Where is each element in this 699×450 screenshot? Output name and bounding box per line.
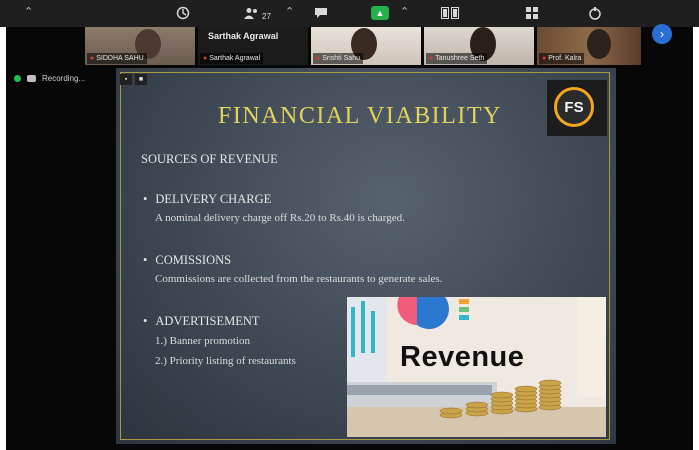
chevron-up-icon[interactable]: ⌃ bbox=[24, 5, 33, 18]
expand-icon[interactable]: ■ bbox=[135, 74, 147, 85]
sources-heading: SOURCES OF REVENUE bbox=[141, 152, 278, 166]
chevron-right-icon: › bbox=[660, 27, 664, 41]
participant-name: ● Sarthak Agrawal bbox=[200, 53, 264, 64]
muted-mic-icon: ● bbox=[316, 55, 321, 62]
muted-mic-icon: ● bbox=[203, 55, 208, 62]
muted-mic-icon: ● bbox=[90, 55, 95, 62]
participant-name: ● Srishti Sahu bbox=[313, 53, 363, 64]
participant-name: ● SIDDHA SAHU bbox=[87, 53, 147, 64]
advertisement-item-1: 1.) Banner promotion bbox=[155, 335, 251, 347]
bullet-delivery-text: A nominal delivery charge off Rs.20 to R… bbox=[155, 212, 405, 224]
participant-display-name: Sarthak Agrawal bbox=[208, 31, 279, 41]
participants-chevron-icon[interactable]: ⌃ bbox=[285, 5, 294, 18]
right-margin bbox=[693, 27, 699, 450]
participant-tile[interactable]: ● Srishti Sahu bbox=[311, 27, 421, 65]
participant-strip: ● SIDDHA SAHU Sarthak Agrawal ● Sarthak Ag… bbox=[85, 27, 641, 65]
advertisement-item-2: 2.) Priority listing of restaurants bbox=[155, 355, 296, 367]
participant-tile[interactable]: ● Prof. Kalra bbox=[537, 27, 641, 65]
participant-tile[interactable]: Sarthak Agrawal ● Sarthak Agrawal bbox=[198, 27, 308, 65]
revenue-label: Revenue bbox=[400, 341, 525, 373]
recording-icon bbox=[27, 75, 36, 82]
brand-logo: FS bbox=[554, 87, 594, 127]
apps-icon[interactable] bbox=[526, 4, 538, 22]
security-icon[interactable] bbox=[176, 4, 190, 22]
slide-view-controls: ▪ ■ bbox=[120, 74, 147, 85]
revenue-image: Revenue bbox=[347, 297, 606, 437]
status-dot-icon bbox=[14, 75, 21, 82]
bullet-advertisement: ADVERTISEMENT bbox=[143, 314, 259, 329]
participant-tile[interactable]: ● Tanushree Seth bbox=[424, 27, 534, 65]
participant-video bbox=[587, 29, 611, 59]
chat-icon[interactable] bbox=[314, 4, 328, 22]
recording-indicator[interactable]: Recording... bbox=[14, 74, 85, 83]
breakout-rooms-icon[interactable] bbox=[441, 4, 459, 22]
whiteboard-icon[interactable] bbox=[588, 4, 602, 22]
participant-name: ● Tanushree Seth bbox=[426, 53, 488, 64]
participants-icon[interactable] bbox=[244, 4, 260, 22]
participant-count: 27 bbox=[262, 11, 271, 21]
participant-tile[interactable]: ● SIDDHA SAHU bbox=[85, 27, 195, 65]
fit-icon[interactable]: ▪ bbox=[120, 74, 132, 85]
next-page-button[interactable]: › bbox=[652, 24, 672, 44]
participant-name: ● Prof. Kalra bbox=[539, 53, 585, 64]
bullet-comissions-text: Commissions are collected from the resta… bbox=[155, 273, 443, 285]
bullet-delivery-charge: DELIVERY CHARGE bbox=[143, 192, 271, 207]
share-screen-icon[interactable]: ▲ bbox=[371, 6, 389, 20]
meeting-toolbar: ⌃ 27 ⌃ ▲ ⌃ bbox=[0, 0, 699, 27]
bullet-comissions: COMISSIONS bbox=[143, 253, 231, 268]
slide-title: FINANCIAL VIABILITY bbox=[218, 103, 502, 129]
muted-mic-icon: ● bbox=[429, 55, 434, 62]
recording-label: Recording... bbox=[42, 74, 86, 83]
share-chevron-icon[interactable]: ⌃ bbox=[400, 5, 409, 18]
muted-mic-icon: ● bbox=[542, 55, 547, 62]
